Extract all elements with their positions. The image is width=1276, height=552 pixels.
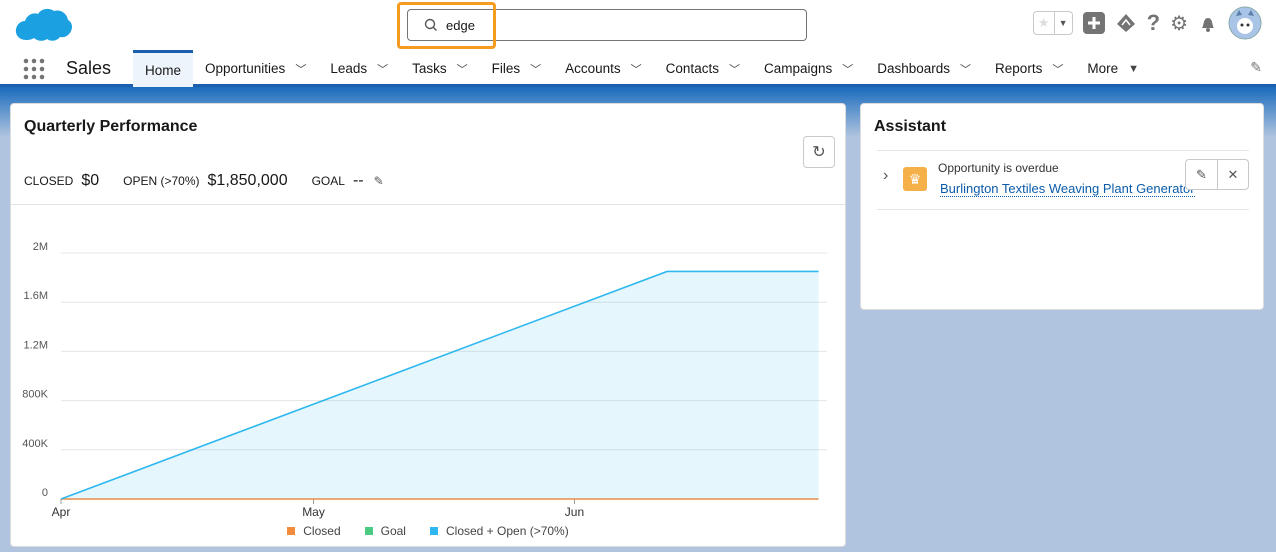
help-icon[interactable]: ? bbox=[1147, 10, 1160, 36]
tab-opportunities[interactable]: Opportunities ﹀ bbox=[193, 50, 318, 87]
legend-item[interactable]: Closed bbox=[287, 524, 341, 538]
tab-label: Tasks bbox=[412, 61, 447, 76]
edit-nav-icon[interactable]: ✎ bbox=[1250, 59, 1262, 76]
tab-more[interactable]: More ▼ bbox=[1075, 50, 1151, 87]
app-name: Sales bbox=[66, 58, 112, 78]
legend-swatch bbox=[287, 527, 296, 535]
bell-icon[interactable] bbox=[1198, 13, 1218, 33]
chevron-down-icon[interactable]: ﹀ bbox=[295, 61, 306, 77]
y-tick-label: 2M bbox=[33, 241, 48, 253]
tab-label: Leads bbox=[330, 61, 368, 76]
y-tick-label: 1.2M bbox=[24, 339, 48, 351]
x-tick-label: May bbox=[302, 505, 325, 519]
performance-chart: 0 400K 800K 1.2M 1.6M 2M Apr May Jun bbox=[22, 241, 827, 519]
tab-campaigns[interactable]: Campaigns ﹀ bbox=[752, 50, 865, 87]
trailhead-icon[interactable] bbox=[1115, 12, 1137, 34]
tab-reports[interactable]: Reports ﹀ bbox=[983, 50, 1075, 87]
chevron-right-icon[interactable]: › bbox=[883, 167, 888, 185]
chevron-down-icon[interactable]: ﹀ bbox=[457, 61, 468, 77]
nav-bar: Sales Home Opportunities ﹀ Leads ﹀ Tasks ﹀ File… bbox=[0, 50, 1276, 87]
card-title: Assistant bbox=[874, 118, 947, 135]
favorites-button[interactable]: ★ ▼ bbox=[1032, 11, 1073, 35]
chevron-down-icon[interactable]: ﹀ bbox=[377, 61, 388, 77]
tab-label: Files bbox=[491, 61, 521, 76]
tab-label: Accounts bbox=[565, 61, 621, 76]
item-text: Opportunity is overdue bbox=[938, 161, 1059, 175]
legend-item[interactable]: Goal bbox=[364, 524, 406, 538]
y-tick-label: 800K bbox=[22, 389, 48, 401]
tab-tasks[interactable]: Tasks ﹀ bbox=[400, 50, 480, 87]
y-tick-label: 0 bbox=[42, 487, 48, 499]
assistant-card: Assistant › ♛ Opportunity is overdue Bur… bbox=[860, 103, 1264, 310]
crown-icon: ♛ bbox=[903, 167, 927, 191]
series-area bbox=[61, 271, 819, 499]
tab-accounts[interactable]: Accounts ﹀ bbox=[553, 50, 654, 87]
caret-down-icon[interactable]: ▼ bbox=[1053, 12, 1072, 34]
legend-label: Closed + Open (>70%) bbox=[445, 524, 569, 538]
tab-leads[interactable]: Leads ﹀ bbox=[318, 50, 400, 87]
star-icon: ★ bbox=[1037, 15, 1050, 30]
assistant-item: › ♛ Opportunity is overdue Burlington Te… bbox=[877, 150, 1249, 210]
tab-label: Home bbox=[145, 62, 182, 78]
app-launcher-icon[interactable] bbox=[23, 58, 45, 80]
tab-label: Opportunities bbox=[205, 61, 286, 76]
chevron-down-icon[interactable]: ﹀ bbox=[631, 61, 642, 77]
x-tick-label: Jun bbox=[565, 505, 584, 519]
chevron-down-icon[interactable]: ﹀ bbox=[530, 61, 541, 77]
y-tick-label: 400K bbox=[22, 438, 48, 450]
x-tick-label: Apr bbox=[52, 505, 71, 519]
tab-label: Dashboards bbox=[877, 61, 951, 76]
chevron-down-icon[interactable]: ﹀ bbox=[729, 61, 740, 77]
tab-label: Reports bbox=[995, 61, 1043, 76]
legend-swatch bbox=[429, 527, 438, 535]
avatar[interactable] bbox=[1228, 6, 1262, 40]
tab-dashboards[interactable]: Dashboards ﹀ bbox=[865, 50, 983, 87]
tab-home[interactable]: Home bbox=[133, 50, 194, 87]
y-tick-label: 1.6M bbox=[24, 290, 48, 302]
add-icon[interactable] bbox=[1082, 12, 1105, 34]
edit-button[interactable]: ✎ bbox=[1186, 160, 1217, 189]
tab-label: Contacts bbox=[665, 61, 719, 76]
search-highlight bbox=[397, 2, 496, 49]
legend-swatch bbox=[364, 527, 373, 535]
chevron-down-icon[interactable]: ﹀ bbox=[842, 61, 853, 77]
global-header: edge ★ ▼ ? ⚙ bbox=[0, 0, 1276, 50]
chevron-down-icon[interactable]: ﹀ bbox=[960, 61, 971, 77]
tab-label: Campaigns bbox=[763, 61, 833, 76]
legend-label: Goal bbox=[380, 524, 406, 538]
chevron-down-icon[interactable]: ﹀ bbox=[1052, 61, 1063, 77]
salesforce-logo[interactable] bbox=[14, 6, 72, 46]
dismiss-button[interactable]: ✕ bbox=[1217, 160, 1248, 189]
gear-icon[interactable]: ⚙ bbox=[1170, 11, 1188, 36]
opportunity-link[interactable]: Burlington Textiles Weaving Plant Genera… bbox=[940, 181, 1195, 197]
caret-down-icon[interactable]: ▼ bbox=[1128, 63, 1139, 75]
legend-item[interactable]: Closed + Open (>70%) bbox=[429, 524, 569, 538]
tab-label: More bbox=[1087, 61, 1119, 76]
tab-contacts[interactable]: Contacts ﹀ bbox=[654, 50, 752, 87]
tab-files[interactable]: Files ﹀ bbox=[480, 50, 554, 87]
quarterly-performance-card: Quarterly Performance ↻ CLOSED $0 OPEN (>… bbox=[10, 103, 846, 547]
legend-label: Closed bbox=[303, 524, 341, 538]
